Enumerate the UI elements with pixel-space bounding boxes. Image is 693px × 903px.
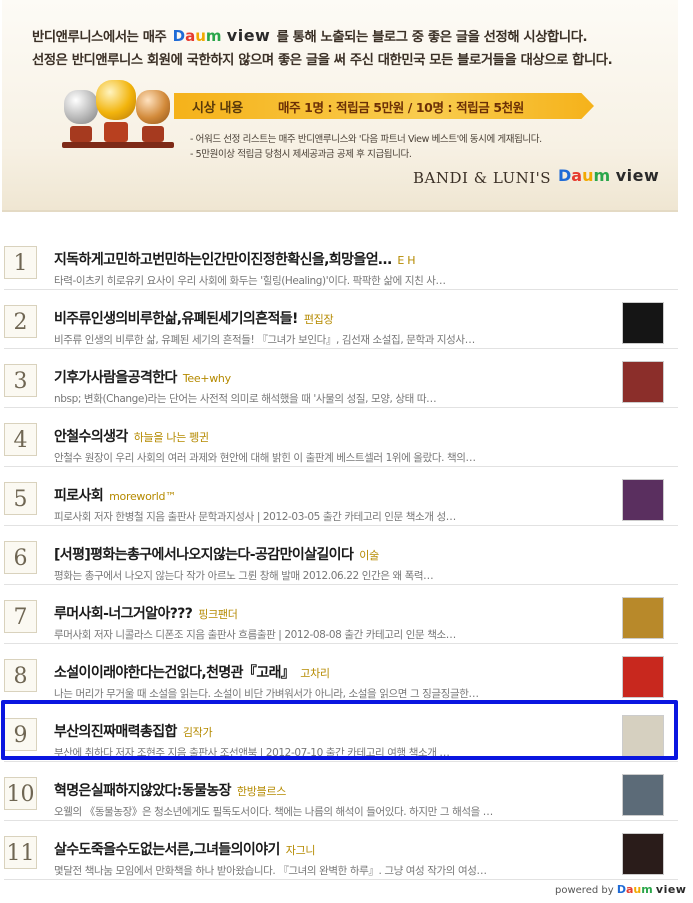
book-thumbnail-icon[interactable] xyxy=(622,361,664,403)
daum-view-logo: Daum view xyxy=(172,26,271,45)
item-author[interactable]: 핑크팬더 xyxy=(198,608,238,621)
rank-badge: 10 xyxy=(4,777,37,810)
book-thumbnail-icon[interactable] xyxy=(622,656,664,698)
rank-badge: 8 xyxy=(4,659,37,692)
daum-view-award-page: 반디앤루니스에서는 매주 Daum view 를 통해 노출되는 블로그 중 좋… xyxy=(0,0,693,903)
item-summary: 나는 머리가 무거울 때 소설을 읽는다. 소설이 비단 가벼워서가 아니라, … xyxy=(54,688,479,700)
book-thumbnail-icon[interactable] xyxy=(622,597,664,639)
item-author[interactable]: Tee+why xyxy=(183,372,231,385)
item-title-line[interactable]: 지독하게고민하고번민하는인간만이진정한확신을,희망을얻… E H xyxy=(54,249,614,269)
daum-view-logo-bottom: Daum view xyxy=(558,166,660,185)
item-author[interactable]: moreworld™ xyxy=(109,490,176,503)
list-item[interactable]: 10 혁명은실패하지않았다:동물농장 한방블르스오웰의 《동물농장》은 청소년에게도… xyxy=(0,771,693,830)
item-title[interactable]: 살수도죽을수도없는서른,그녀들의이야기 xyxy=(54,842,280,858)
row-divider xyxy=(4,466,678,467)
list-item[interactable]: 7 루머사회-너그거알아??? 핑크팬더루머사회 저자 니콜라스 디폰조 지음 출판… xyxy=(0,594,693,653)
rank-badge: 5 xyxy=(4,482,37,515)
rank-badge: 6 xyxy=(4,541,37,574)
banner-eligibility-line: 선정은 반디앤루니스 회원에 국한하지 않으며 좋은 글을 써 주신 대한민국 … xyxy=(32,53,613,68)
list-item[interactable]: 1 지독하게고민하고번민하는인간만이진정한확신을,희망을얻… E H 타력-이츠키 히… xyxy=(0,240,693,299)
award-note-1: - 어워드 선정 리스트는 매주 반디앤루니스와 '다음 파트너 View 베스… xyxy=(190,134,542,145)
rank-badge: 3 xyxy=(4,364,37,397)
item-summary: 비주류 인생의 비루한 삶, 유폐된 세기의 흔적들! 『그녀가 보인다』, 김… xyxy=(54,334,475,346)
rank-badge: 7 xyxy=(4,600,37,633)
banner-intro-text-end: 를 통해 노출되는 블로그 중 좋은 글을 선정해 시상합니다. xyxy=(276,30,588,45)
row-divider xyxy=(4,584,678,585)
item-summary: 평화는 총구에서 나오지 않는다 작가 아르노 그륀 창해 발매 2012.06… xyxy=(54,570,434,582)
item-title-line[interactable]: 루머사회-너그거알아??? 핑크팬더 xyxy=(54,603,614,623)
item-title-line[interactable]: 안철수의생각 하늘을 나는 펭귄 xyxy=(54,426,614,446)
award-title: 시상 내용 xyxy=(192,101,243,116)
award-detail: 매주 1명 : 적립금 5만원 / 10명 : 적립금 5천원 xyxy=(278,100,524,115)
row-divider xyxy=(4,525,678,526)
list-item[interactable]: 5 피로사회 moreworld™ 피로사회 저자 한병철 지음 출판사 문학과지성사… xyxy=(0,476,693,535)
row-divider xyxy=(4,643,678,644)
item-summary: 피로사회 저자 한병철 지음 출판사 문학과지성사 | 2012-03-05 출… xyxy=(54,511,456,523)
rank-badge: 2 xyxy=(4,305,37,338)
rank-badge: 4 xyxy=(4,423,37,456)
item-title[interactable]: 혁명은실패하지않았다:동물농장 xyxy=(54,783,232,799)
powered-by-daum-view[interactable]: powered by Daum view xyxy=(555,883,686,896)
banner-intro-line: 반디앤루니스에서는 매주 Daum view 를 통해 노출되는 블로그 중 좋… xyxy=(32,26,588,45)
rank-badge: 11 xyxy=(4,836,37,869)
item-title[interactable]: [서평]평화는총구에서나오지않는다-공감만이살길이다 xyxy=(54,547,354,563)
award-note-2: - 5만원이상 적립금 당첨시 제세공과금 공제 후 지급됩니다. xyxy=(190,149,412,160)
item-summary: nbsp; 변화(Change)라는 단어는 사전적 의미로 해석했을 때 '사… xyxy=(54,393,437,405)
list-item[interactable]: 6 [서평]평화는총구에서나오지않는다-공감만이살길이다 이술평화는 총구에서 나오… xyxy=(0,535,693,594)
book-thumbnail-icon[interactable] xyxy=(622,479,664,521)
item-title-line[interactable]: 소설이이래야한다는건없다,천명관『고래』 고차리 xyxy=(54,662,614,682)
item-title-line[interactable]: 살수도죽을수도없는서른,그녀들의이야기 자그니 xyxy=(54,839,614,859)
bandi-lunis-logo: BANDI & LUNI'S xyxy=(413,169,552,187)
item-title-line[interactable]: [서평]평화는총구에서나오지않는다-공감만이살길이다 이술 xyxy=(54,544,614,564)
row-divider xyxy=(4,407,678,408)
item-title-line[interactable]: 피로사회 moreworld™ xyxy=(54,485,614,505)
item-summary: 타력-이츠키 히로유키 요사이 우리 사회에 화두는 '힐링(Healing)'… xyxy=(54,275,446,287)
row-divider xyxy=(4,879,678,880)
list-item[interactable]: 3 기후가사람을공격한다 Tee+why nbsp; 변화(Change)라는 단어는… xyxy=(0,358,693,417)
item-title[interactable]: 루머사회-너그거알아??? xyxy=(54,606,193,622)
item-title-line[interactable]: 비주류인생의비루한삶,유폐된세기의흔적들! 편집장 xyxy=(54,308,614,328)
banner-intro-text: 반디앤루니스에서는 매주 xyxy=(32,30,167,45)
item-author[interactable]: 자그니 xyxy=(286,844,316,857)
item-summary: 루머사회 저자 니콜라스 디폰조 지음 출판사 흐름출판 | 2012-08-0… xyxy=(54,629,456,641)
item-author[interactable]: 편집장 xyxy=(304,313,334,326)
item-summary: 오웰의 《동물농장》은 청소년에게도 필독도서이다. 책에는 나름의 해석이 들… xyxy=(54,806,493,818)
book-thumbnail-icon[interactable] xyxy=(622,302,664,344)
item-title[interactable]: 소설이이래야한다는건없다,천명관『고래』 xyxy=(54,665,295,681)
item-author[interactable]: 한방블르스 xyxy=(237,785,286,798)
item-author[interactable]: E H xyxy=(397,254,415,267)
item-title[interactable]: 안철수의생각 xyxy=(54,429,128,445)
rank-badge: 1 xyxy=(4,246,37,279)
book-thumbnail-icon[interactable] xyxy=(622,774,664,816)
list-item[interactable]: 11 살수도죽을수도없는서른,그녀들의이야기 자그니몇달전 책나눔 모임에서 만화책… xyxy=(0,830,693,889)
item-author[interactable]: 이술 xyxy=(359,549,379,562)
row-divider xyxy=(4,820,678,821)
list-item[interactable]: 4 안철수의생각 하늘을 나는 펭귄안철수 원장이 우리 사회의 여러 과제와 현안… xyxy=(0,417,693,476)
item-title-line[interactable]: 기후가사람을공격한다 Tee+why xyxy=(54,367,614,387)
item-title[interactable]: 피로사회 xyxy=(54,488,104,504)
item-summary: 몇달전 책나눔 모임에서 만화책을 하나 받아왔습니다. 『그녀의 완벽한 하루… xyxy=(54,865,487,877)
item-title[interactable]: 지독하게고민하고번민하는인간만이진정한확신을,희망을얻… xyxy=(54,252,392,268)
item-author[interactable]: 하늘을 나는 펭귄 xyxy=(134,431,209,444)
book-thumbnail-icon[interactable] xyxy=(622,833,664,875)
row-divider xyxy=(4,348,678,349)
trophies-icon xyxy=(60,76,180,156)
item-title-line[interactable]: 혁명은실패하지않았다:동물농장 한방블르스 xyxy=(54,780,614,800)
list-item[interactable]: 2 비주류인생의비루한삶,유폐된세기의흔적들! 편집장비주류 인생의 비루한 삶, … xyxy=(0,299,693,358)
award-banner: 반디앤루니스에서는 매주 Daum view 를 통해 노출되는 블로그 중 좋… xyxy=(2,0,678,212)
row-divider xyxy=(4,761,678,762)
row-divider xyxy=(4,289,678,290)
item-title[interactable]: 기후가사람을공격한다 xyxy=(54,370,177,386)
item-author[interactable]: 고차리 xyxy=(300,667,330,680)
selected-item-highlight xyxy=(1,700,678,760)
item-title[interactable]: 비주류인생의비루한삶,유폐된세기의흔적들! xyxy=(54,311,298,327)
item-summary: 안철수 원장이 우리 사회의 여러 과제와 현안에 대해 밝힌 이 출판계 베스… xyxy=(54,452,476,464)
